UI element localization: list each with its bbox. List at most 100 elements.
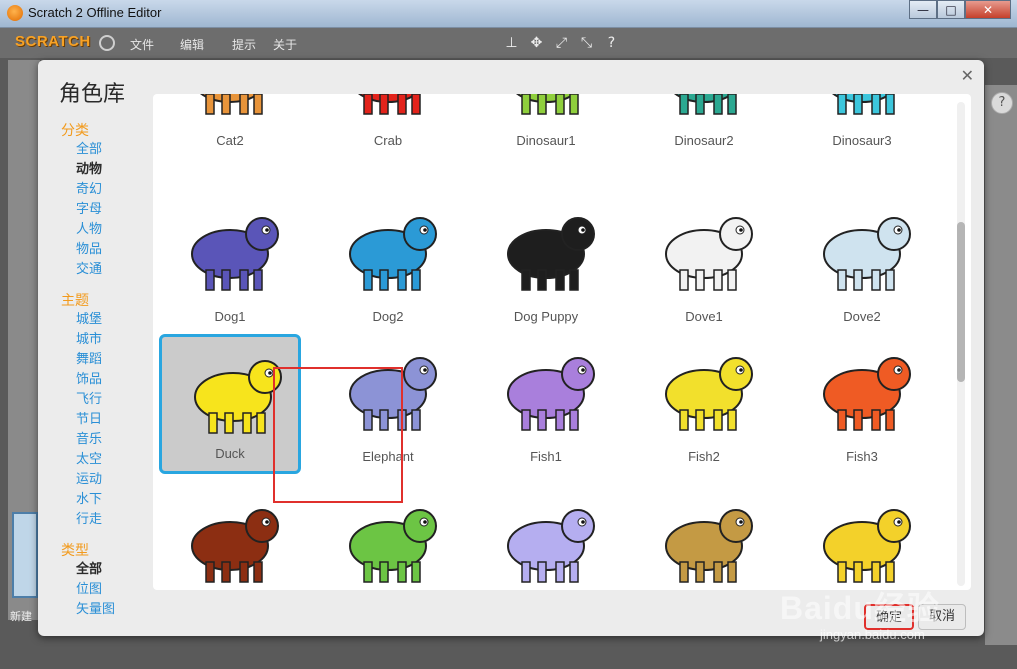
puppy-icon — [507, 217, 595, 291]
close-icon[interactable]: ✕ — [961, 66, 974, 85]
category-fantasy[interactable]: 奇幻 — [76, 180, 151, 200]
sprite-tile[interactable]: Dove1 — [633, 194, 775, 334]
sprite-tile[interactable] — [633, 486, 775, 590]
window-title: Scratch 2 Offline Editor — [28, 5, 162, 20]
category-people[interactable]: 人物 — [76, 220, 151, 240]
menu-about[interactable]: 关于 — [273, 36, 297, 53]
watermark-url: jingyan.baidu.com — [820, 627, 925, 642]
sprite-name: Dog2 — [372, 309, 404, 324]
sprite-tile[interactable] — [159, 486, 301, 590]
sprite-tile[interactable]: Cat2 — [159, 94, 301, 158]
menu-edit[interactable]: 编辑 — [180, 36, 204, 53]
sprite-tile[interactable] — [475, 486, 617, 590]
dove-icon — [665, 217, 753, 291]
sprite-tile[interactable]: Dog2 — [317, 194, 459, 334]
scratch-menubar: SCRATCH 文件 编辑 提示 关于 ⊥ ✥ ⤢ ⤡ ? — [0, 28, 1017, 58]
sprite-name: Dinosaur2 — [674, 133, 734, 148]
dinosaur-icon — [674, 94, 737, 115]
type-heading: 类型 — [61, 543, 89, 559]
horse-icon — [665, 509, 753, 583]
theme-castle[interactable]: 城堡 — [76, 310, 151, 330]
type-vector[interactable]: 矢量图 — [76, 600, 151, 620]
theme-dance[interactable]: 舞蹈 — [76, 350, 151, 370]
category-transport[interactable]: 交通 — [76, 260, 151, 280]
scroll-thumb[interactable] — [957, 222, 965, 382]
elephant-icon — [349, 357, 437, 431]
theme-walking[interactable]: 行走 — [76, 510, 151, 530]
globe-icon[interactable] — [99, 35, 115, 51]
dinosaur-icon — [516, 94, 579, 115]
sprite-tile[interactable]: Duck — [159, 334, 301, 474]
dialog-title: 角色库 — [59, 82, 126, 107]
help-circle-icon[interactable]: ? — [991, 92, 1013, 114]
grow-icon[interactable]: ⤢ — [553, 34, 570, 51]
sprite-name: Dinosaur3 — [832, 133, 892, 148]
dog-icon — [191, 217, 279, 291]
shrink-icon[interactable]: ⤡ — [578, 34, 595, 51]
sprite-tile[interactable]: Fish2 — [633, 334, 775, 474]
frog-icon — [349, 509, 437, 583]
ladybug-icon — [823, 509, 911, 583]
dove-icon — [823, 217, 911, 291]
theme-dress-up[interactable]: 饰品 — [76, 370, 151, 390]
close-window-button[interactable]: ✕ — [965, 0, 1011, 19]
theme-space[interactable]: 太空 — [76, 450, 151, 470]
sprite-name: Elephant — [362, 449, 414, 464]
sprite-tile[interactable]: Elephant — [317, 334, 459, 474]
help-icon[interactable]: ? — [603, 34, 620, 51]
category-animals[interactable]: 动物 — [76, 160, 151, 180]
duck-icon — [194, 360, 282, 434]
maximize-button[interactable]: □ — [937, 0, 965, 19]
sprite-tile[interactable]: Dove2 — [791, 194, 933, 334]
sprite-name: Dog1 — [214, 309, 246, 324]
fish-icon — [507, 357, 595, 431]
crab-icon — [358, 94, 421, 115]
theme-music[interactable]: 音乐 — [76, 430, 151, 450]
sprite-tile[interactable]: Dinosaur2 — [633, 94, 775, 158]
sprite-tile[interactable]: Dog Puppy — [475, 194, 617, 334]
cat-icon — [200, 94, 263, 115]
sprite-tile[interactable]: Fish3 — [791, 334, 933, 474]
sprite-tile[interactable]: Dinosaur3 — [791, 94, 933, 158]
fish-icon — [665, 357, 753, 431]
fish-icon — [823, 357, 911, 431]
scratch-app-icon — [7, 5, 23, 21]
menu-file[interactable]: 文件 — [130, 36, 154, 53]
sprite-name: Cat2 — [216, 133, 244, 148]
sprite-name: Dog Puppy — [513, 309, 579, 324]
sprite-tile[interactable]: Fish1 — [475, 334, 617, 474]
sprite-name: Dove1 — [685, 309, 723, 324]
sprite-name: Crab — [373, 133, 403, 148]
type-bitmap[interactable]: 位图 — [76, 580, 151, 600]
baidu-watermark: Baidu经验 — [780, 590, 940, 626]
sprite-name: Dinosaur1 — [516, 133, 576, 148]
sprite-tile[interactable]: Crab — [317, 94, 459, 158]
sprite-tile[interactable] — [791, 486, 933, 590]
theme-sports[interactable]: 运动 — [76, 470, 151, 490]
stamp-icon[interactable]: ⊥ — [503, 34, 520, 51]
fox-icon — [191, 509, 279, 583]
sprite-tile[interactable]: Dinosaur1 — [475, 94, 617, 158]
sprite-name: Duck — [215, 446, 245, 461]
background-editor-right — [985, 85, 1017, 645]
sprite-tile[interactable]: Dog1 — [159, 194, 301, 334]
theme-city[interactable]: 城市 — [76, 330, 151, 350]
category-letters[interactable]: 字母 — [76, 200, 151, 220]
minimize-button[interactable]: — — [909, 0, 937, 19]
background-sprite-thumb — [12, 512, 38, 598]
dinosaur-icon — [832, 94, 895, 115]
category-all[interactable]: 全部 — [76, 140, 151, 160]
category-things[interactable]: 物品 — [76, 240, 151, 260]
grid-scrollbar[interactable] — [957, 102, 965, 586]
theme-holiday[interactable]: 节日 — [76, 410, 151, 430]
sprite-name: Fish1 — [530, 449, 562, 464]
theme-heading: 主题 — [61, 293, 89, 309]
library-sidebar: 分类 全部 动物 奇幻 字母 人物 物品 交通 主题 城堡 城市 舞蹈 饰品 飞… — [61, 120, 151, 620]
sprite-tile[interactable] — [317, 486, 459, 590]
menu-tips[interactable]: 提示 — [232, 36, 256, 53]
theme-flying[interactable]: 飞行 — [76, 390, 151, 410]
type-all[interactable]: 全部 — [76, 560, 151, 580]
cut-icon[interactable]: ✥ — [528, 34, 545, 51]
theme-underwater[interactable]: 水下 — [76, 490, 151, 510]
window-titlebar: Scratch 2 Offline Editor — □ ✕ — [0, 0, 1017, 28]
